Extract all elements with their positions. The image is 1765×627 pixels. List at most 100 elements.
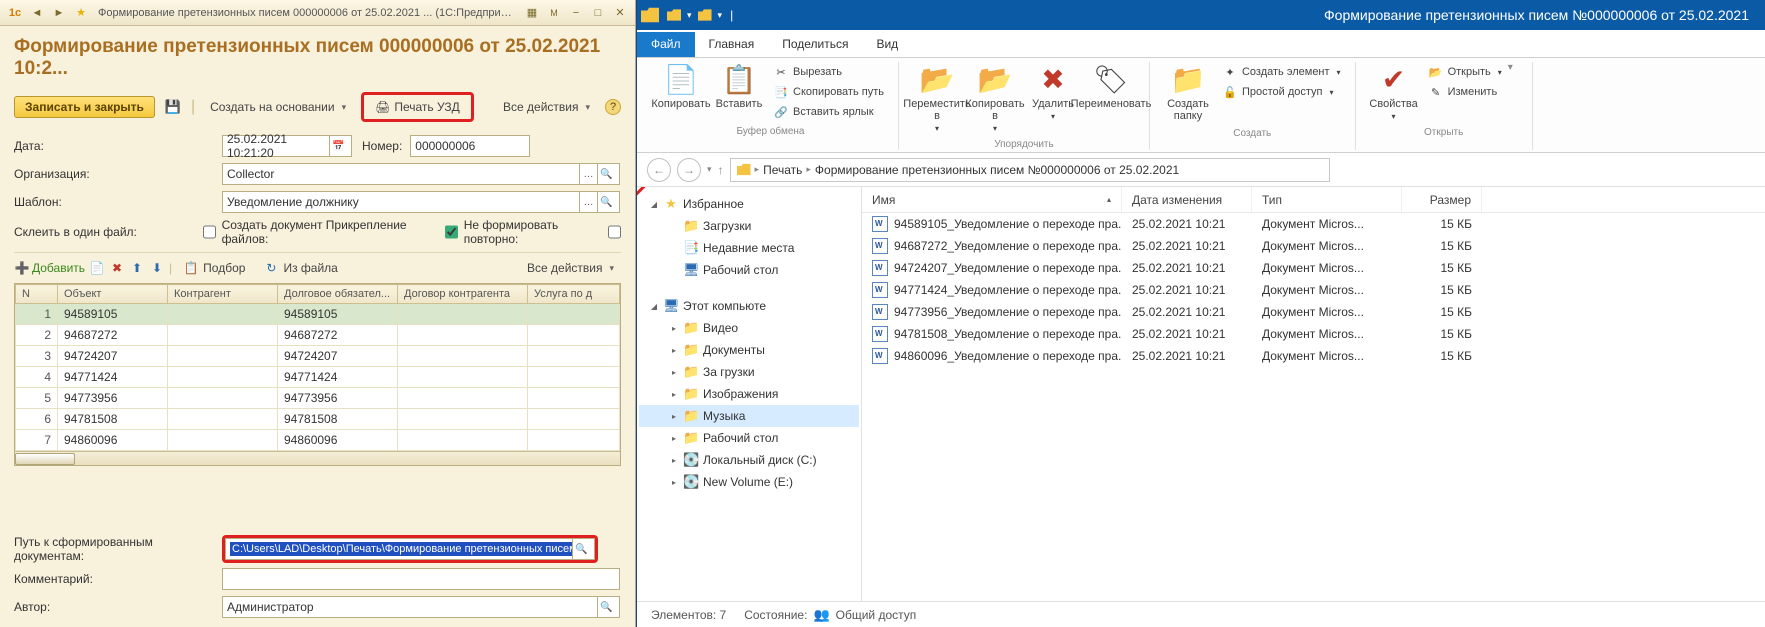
close-icon[interactable]: ✕ — [611, 4, 629, 22]
merge-checkbox[interactable] — [203, 225, 216, 239]
nav-tree[interactable]: ◢★Избранное 📁Загрузки 📑Недавние места 🖥Р… — [637, 187, 862, 601]
chevron-down-icon[interactable]: ▾ — [687, 10, 692, 21]
ribbon-moveto[interactable]: 📂Переместить в▾ — [909, 62, 965, 135]
ribbon-properties[interactable]: ✔Свойства▾ — [1366, 62, 1422, 123]
search-icon[interactable]: 🔍 — [597, 597, 615, 617]
tree-downloads2[interactable]: ▸📁За грузки — [639, 361, 859, 383]
selection-button[interactable]: 📋Подбор — [176, 257, 252, 279]
tab-file[interactable]: Файл — [637, 32, 695, 57]
expand-icon[interactable]: ▸ — [669, 412, 679, 421]
file-row[interactable]: 94687272_Уведомление о переходе пра...25… — [862, 235, 1765, 257]
table-row[interactable]: 79486009694860096 — [16, 430, 620, 451]
ribbon-easyaccess[interactable]: 🔓Простой доступ▾ — [1218, 82, 1345, 102]
breadcrumb-seg-1[interactable]: Печать — [763, 163, 802, 177]
col-contract[interactable]: Договор контрагента — [398, 285, 528, 304]
copy-icon[interactable]: 📄 — [89, 260, 105, 276]
table-row[interactable]: 59477395694773956 — [16, 388, 620, 409]
expand-icon[interactable]: ▸ — [669, 390, 679, 399]
no-reform-checkbox[interactable] — [445, 225, 458, 239]
tree-e-drive[interactable]: ▸💽New Volume (E:) — [639, 471, 859, 493]
table-row[interactable]: 19458910594589105 — [16, 304, 620, 325]
number-field[interactable]: 000000006 — [410, 135, 530, 157]
calc-icon[interactable]: ▦ — [523, 4, 541, 22]
search-icon[interactable]: 🔍 — [597, 164, 615, 184]
tree-desktop2[interactable]: ▸📁Рабочий стол — [639, 427, 859, 449]
expand-icon[interactable]: ▸ — [669, 346, 679, 355]
nav-back-icon[interactable]: ◄ — [28, 4, 46, 22]
nav-fwd-button[interactable]: → — [677, 158, 701, 182]
col-obj[interactable]: Объект — [58, 285, 168, 304]
ribbon-paste[interactable]: 📋Вставить — [711, 62, 767, 112]
table-row[interactable]: 39472420794724207 — [16, 346, 620, 367]
ribbon-copypath[interactable]: 📑Скопировать путь — [769, 82, 888, 102]
breadcrumb-seg-2[interactable]: Формирование претензионных писем №000000… — [815, 163, 1179, 177]
tree-downloads[interactable]: 📁Загрузки — [639, 215, 859, 237]
col-type[interactable]: Тип — [1252, 187, 1402, 212]
expand-icon[interactable]: ▸ — [669, 478, 679, 487]
tab-view[interactable]: Вид — [862, 32, 912, 57]
select-icon[interactable]: … — [579, 164, 597, 184]
expand-icon[interactable]: ▸ — [669, 434, 679, 443]
search-icon[interactable]: 🔍 — [597, 192, 615, 212]
help-icon[interactable]: ? — [605, 99, 621, 115]
add-button[interactable]: ➕Добавить — [14, 260, 85, 276]
tree-recent[interactable]: 📑Недавние места — [639, 237, 859, 259]
print-uzd-button[interactable]: 🖨 Печать УЗД — [368, 97, 467, 117]
template-field[interactable]: Уведомление должнику … 🔍 — [222, 191, 620, 213]
col-service[interactable]: Услуга по д — [528, 285, 620, 304]
delete-icon[interactable]: ✖ — [109, 260, 125, 276]
expand-icon[interactable]: ▸ — [669, 456, 679, 465]
expand-icon[interactable]: ▸ — [669, 368, 679, 377]
calendar-icon[interactable]: 📅 — [329, 136, 347, 156]
recent-drop-icon[interactable]: ▾ — [707, 164, 712, 175]
search-icon[interactable]: 🔍 — [572, 539, 590, 559]
favorite-icon[interactable]: ★ — [72, 4, 90, 22]
col-name[interactable]: Имя▴ — [862, 187, 1122, 212]
col-k[interactable]: Контрагент — [168, 285, 278, 304]
collapse-icon[interactable]: ◢ — [649, 302, 659, 311]
data-grid[interactable]: N Объект Контрагент Долговое обязател...… — [14, 283, 621, 466]
table-row[interactable]: 49477142494771424 — [16, 367, 620, 388]
ribbon-open[interactable]: 📂Открыть▾ — [1424, 62, 1506, 82]
max-icon[interactable]: □ — [589, 4, 607, 22]
collapse-icon[interactable]: ◢ — [649, 200, 659, 209]
col-debt[interactable]: Долговое обязател... — [278, 285, 398, 304]
list-all-actions-button[interactable]: Все действия — [520, 258, 621, 278]
trailing-checkbox[interactable] — [608, 225, 621, 239]
create-based-button[interactable]: Создать на основании — [203, 97, 353, 117]
tree-favorites[interactable]: ◢★Избранное — [639, 193, 859, 215]
ribbon-cut[interactable]: ✂Вырезать — [769, 62, 888, 82]
ribbon-edit[interactable]: ✎Изменить — [1424, 82, 1506, 102]
chevron-right-icon[interactable]: ▸ — [806, 164, 811, 175]
nav-back-button[interactable]: ← — [647, 158, 671, 182]
save-icon[interactable]: 💾 — [163, 97, 183, 117]
ribbon-newfolder[interactable]: 📁Создать папку — [1160, 62, 1216, 124]
path-field[interactable]: C:\Users\LAD\Desktop\Печать\Формирование… — [225, 538, 595, 560]
ribbon-pastelink[interactable]: 🔗Вставить ярлык — [769, 102, 888, 122]
org-field[interactable]: Collector … 🔍 — [222, 163, 620, 185]
ribbon-copy[interactable]: 📄Копировать — [653, 62, 709, 112]
tab-share[interactable]: Поделиться — [768, 32, 862, 57]
table-row[interactable]: 69478150894781508 — [16, 409, 620, 430]
chevron-down-icon[interactable]: ▾ — [1508, 62, 1522, 73]
file-row[interactable]: 94589105_Уведомление о переходе пра...25… — [862, 213, 1765, 235]
ribbon-rename[interactable]: 🏷Переименовать — [1083, 62, 1139, 112]
file-row[interactable]: 94781508_Уведомление о переходе пра...25… — [862, 323, 1765, 345]
expand-icon[interactable]: ▸ — [669, 324, 679, 333]
author-field[interactable]: Администратор 🔍 — [222, 596, 620, 618]
from-file-button[interactable]: ↻Из файла — [256, 257, 344, 279]
folder-small-icon[interactable] — [698, 8, 712, 22]
table-row[interactable]: 29468727294687272 — [16, 325, 620, 346]
tree-documents[interactable]: ▸📁Документы — [639, 339, 859, 361]
col-size[interactable]: Размер — [1402, 187, 1482, 212]
chevron-right-icon[interactable]: ▸ — [755, 164, 760, 175]
select-icon[interactable]: … — [579, 192, 597, 212]
date-field[interactable]: 25.02.2021 10:21:20 📅 — [222, 135, 352, 157]
m-icon[interactable]: M — [545, 4, 563, 22]
ribbon-delete[interactable]: ✖Удалить▾ — [1025, 62, 1081, 123]
tab-home[interactable]: Главная — [695, 32, 769, 57]
scroll-thumb[interactable] — [15, 453, 75, 465]
nav-up-button[interactable]: ↑ — [718, 163, 724, 177]
col-n[interactable]: N — [16, 285, 58, 304]
tree-this-pc[interactable]: ◢🖥Этот компьюте — [639, 295, 859, 317]
